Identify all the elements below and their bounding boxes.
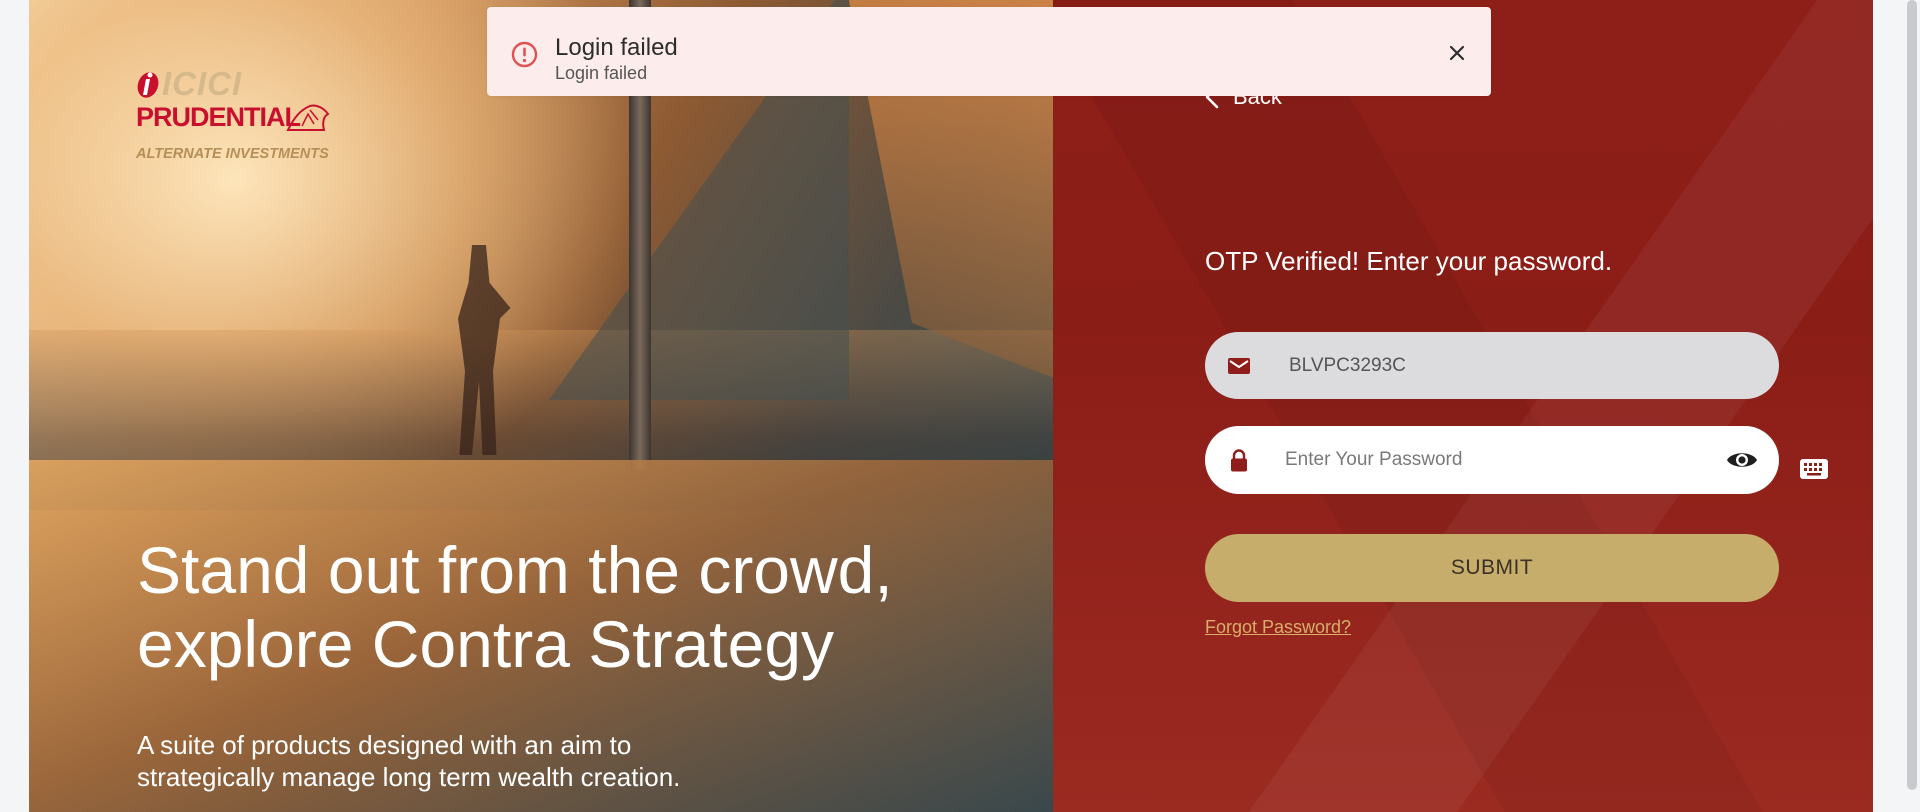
eye-icon[interactable] [1725, 443, 1759, 477]
logo-icici: ICICI [136, 65, 242, 103]
alert-circle-icon [511, 41, 538, 68]
hero-panel: ICICI PRUDENTIAL ALTERNATE INVESTMENTS S… [29, 0, 1053, 812]
toast-title: Login failed [555, 34, 678, 61]
rock-emblem-icon [286, 104, 330, 131]
envelope-icon [1227, 354, 1251, 378]
close-icon[interactable] [1447, 43, 1467, 63]
hero-subheading: A suite of products designed with an aim… [137, 730, 681, 792]
logo-tagline: ALTERNATE INVESTMENTS [136, 146, 329, 162]
lock-icon [1227, 448, 1251, 472]
password-input[interactable] [1283, 440, 1703, 480]
icici-badge-icon [137, 72, 159, 98]
page-scrollbar[interactable] [1904, 0, 1920, 812]
submit-button[interactable]: SUBMIT [1205, 534, 1779, 602]
form-title: OTP Verified! Enter your password. [1205, 246, 1613, 276]
logo-prudential: PRUDENTIAL [136, 102, 301, 132]
username-field [1205, 332, 1779, 399]
scrollbar-thumb[interactable] [1907, 0, 1917, 790]
username-input[interactable] [1287, 345, 1707, 386]
error-toast: Login failed Login failed [487, 7, 1491, 96]
hero-headline: Stand out from the crowd, explore Contra… [137, 533, 893, 681]
toast-message: Login failed [555, 63, 648, 83]
forgot-password-link[interactable]: Forgot Password? [1205, 617, 1351, 638]
login-page: ICICI PRUDENTIAL ALTERNATE INVESTMENTS S… [29, 0, 1873, 812]
keyboard-icon[interactable] [1799, 458, 1829, 480]
login-form-panel: Back OTP Verified! Enter your password. [1053, 0, 1873, 812]
password-field [1205, 426, 1779, 494]
brand-logo: ICICI PRUDENTIAL ALTERNATE INVESTMENTS [136, 65, 336, 165]
